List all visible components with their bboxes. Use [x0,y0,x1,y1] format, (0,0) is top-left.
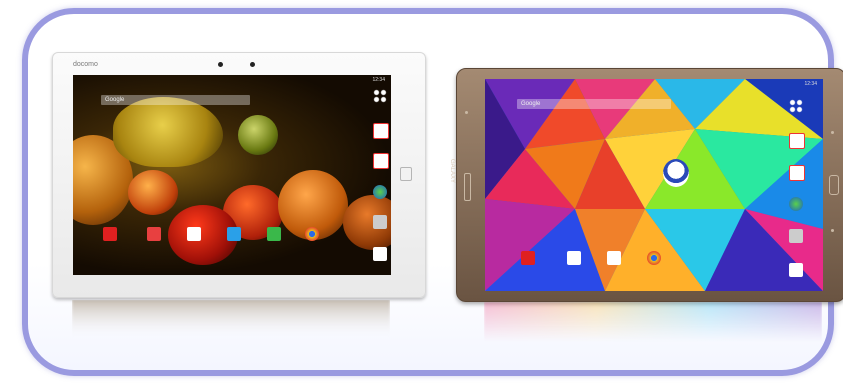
apps-grid-icon[interactable] [789,99,803,113]
wallpaper-fruit [113,97,223,167]
front-camera [465,111,468,114]
app-icon[interactable] [789,229,803,243]
front-camera [218,62,223,67]
app-icon[interactable] [373,215,387,229]
sensor-dot [831,131,834,134]
wallpaper-fruit [238,115,278,155]
app-icon[interactable] [789,263,803,277]
play-store-icon[interactable] [187,227,201,241]
apps-grid-icon[interactable] [373,89,387,103]
app-icon[interactable] [373,247,387,261]
home-button[interactable] [400,167,412,181]
app-icon[interactable] [103,227,117,241]
app-icon[interactable] [147,227,161,241]
app-icon[interactable] [521,251,535,265]
tablet-reflection [484,302,822,342]
tablet-bronze: GALAXY Google 12:34 [449,68,843,302]
browser-icon[interactable] [789,197,803,211]
status-bar-time: 12:34 [372,77,385,83]
status-bar-time: 12:34 [804,81,817,87]
chrome-icon[interactable] [305,227,319,241]
google-search-bar[interactable]: Google [517,99,671,109]
tablet-brand-label: GALAXY [449,159,455,184]
tablet-white: docomo Google 12:34 [52,52,426,298]
mascot-character [663,159,689,187]
app-icon[interactable] [789,133,805,149]
mail-icon[interactable] [373,153,389,169]
app-icon[interactable] [567,251,581,265]
tablet-brand-label: docomo [73,61,98,68]
play-store-icon[interactable] [607,251,621,265]
tablet-screen: Google 12:34 [485,79,823,291]
tablet-reflection [72,300,390,340]
app-icon[interactable] [373,123,389,139]
chrome-icon[interactable] [647,251,661,265]
app-icon[interactable] [227,227,241,241]
mail-icon[interactable] [789,165,805,181]
front-sensor [250,62,255,67]
side-button[interactable] [464,173,471,201]
tablet-screen: Google 12:34 [73,75,391,275]
home-button[interactable] [829,175,839,195]
app-icon[interactable] [267,227,281,241]
sensor-dot [831,229,834,232]
browser-icon[interactable] [373,185,387,199]
google-search-bar[interactable]: Google [101,95,250,105]
wallpaper-fruit [128,170,178,215]
